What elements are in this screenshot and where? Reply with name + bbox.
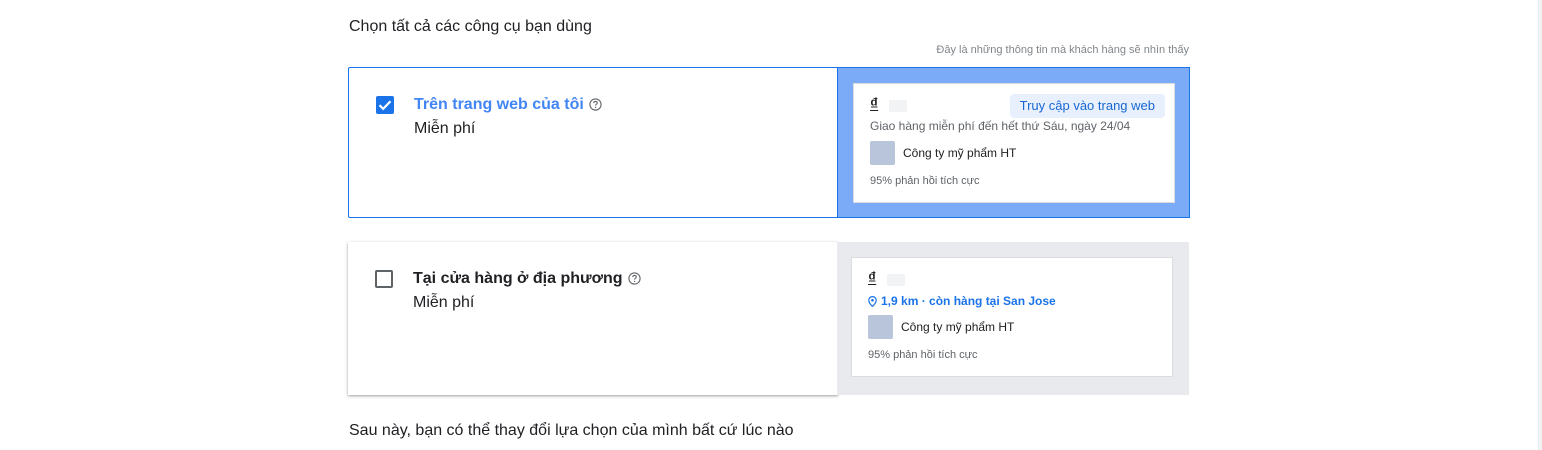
- currency-symbol: ₫: [870, 96, 879, 113]
- option-on-my-website[interactable]: Trên trang web của tôi Miễn phí ₫ Truy c…: [348, 67, 1190, 219]
- footer-note: Sau này, bạn có thể thay đổi lựa chọn củ…: [349, 422, 794, 439]
- preview-card: ₫ 1,9 km · còn hàng tại San Jose Công ty…: [851, 257, 1173, 377]
- in-local-store-checkbox[interactable]: [375, 270, 393, 288]
- customer-preview: ₫ Truy cập vào trang web Giao hàng miễn …: [837, 67, 1190, 218]
- page-heading: Chọn tất cả các công cụ bạn dùng: [349, 18, 592, 35]
- option-in-local-store[interactable]: Tại cửa hàng ở địa phương Miễn phí ₫ 1,9…: [348, 242, 1190, 395]
- preview-card: ₫ Truy cập vào trang web Giao hàng miễn …: [853, 83, 1175, 203]
- option-price: Miễn phí: [413, 294, 475, 311]
- on-my-website-checkbox[interactable]: [376, 96, 394, 114]
- option-title: Trên trang web của tôi: [414, 95, 602, 115]
- location-pin-icon: [868, 295, 877, 308]
- merchant-logo: [870, 141, 895, 165]
- shipping-info: Giao hàng miễn phí đến hết thứ Sáu, ngày…: [870, 119, 1131, 133]
- option-on-my-website-panel[interactable]: Trên trang web của tôi Miễn phí: [348, 67, 838, 218]
- price-placeholder: [887, 274, 905, 286]
- help-circle-icon[interactable]: [627, 271, 641, 285]
- help-circle-icon[interactable]: [589, 97, 602, 111]
- seller-rating: 95% phản hồi tích cực: [870, 175, 980, 187]
- merchant-name: Công ty mỹ phẩm HT: [903, 146, 1017, 160]
- customer-preview: ₫ 1,9 km · còn hàng tại San Jose Công ty…: [837, 242, 1189, 395]
- checkmark-icon: [378, 100, 392, 111]
- visit-website-button[interactable]: Truy cập vào trang web: [1009, 94, 1165, 118]
- store-availability: 1,9 km · còn hàng tại San Jose: [868, 294, 1056, 308]
- option-in-local-store-panel[interactable]: Tại cửa hàng ở địa phương Miễn phí: [348, 242, 838, 395]
- right-scroll-rail: [1538, 0, 1542, 450]
- seller-rating: 95% phản hồi tích cực: [868, 349, 978, 361]
- option-title: Tại cửa hàng ở địa phương: [413, 269, 641, 289]
- merchant-logo: [868, 315, 893, 339]
- merchant-name: Công ty mỹ phẩm HT: [901, 320, 1015, 334]
- option-price: Miễn phí: [414, 120, 476, 137]
- price-placeholder: [889, 100, 907, 112]
- preview-hint: Đây là những thông tin mà khách hàng sẽ …: [936, 44, 1189, 56]
- currency-symbol: ₫: [868, 270, 877, 287]
